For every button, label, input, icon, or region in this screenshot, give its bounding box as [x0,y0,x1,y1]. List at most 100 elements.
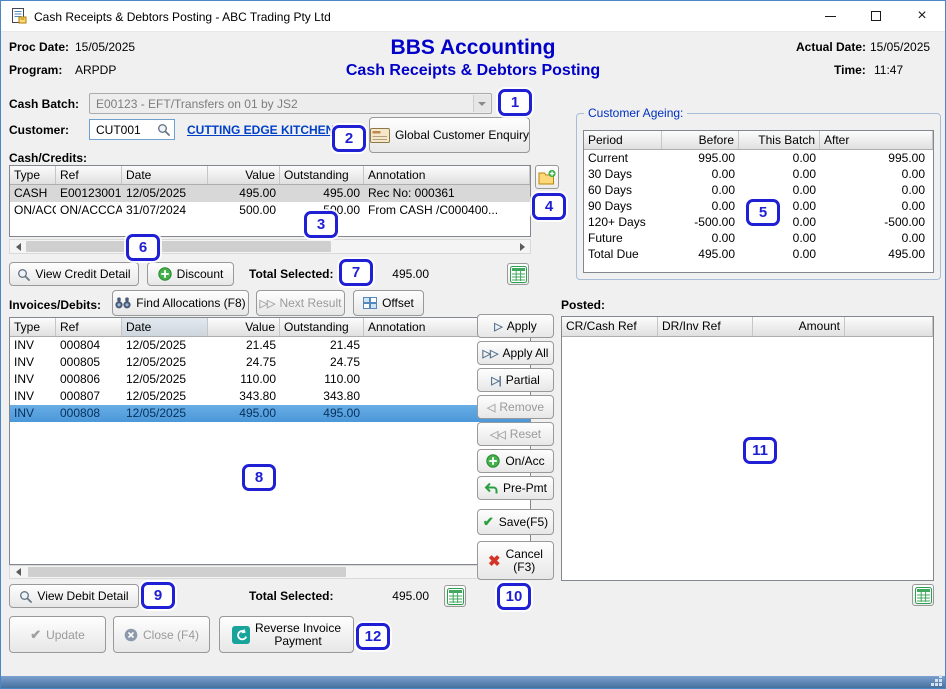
view-debit-detail-button[interactable]: View Debit Detail [9,584,139,608]
posted-header-row: CR/Cash Ref DR/Inv Ref Amount [562,317,933,337]
close-button[interactable]: × [899,1,945,31]
cell-type: INV [10,405,56,422]
column-header-outstanding[interactable]: Outstanding [280,318,364,336]
column-header-annotation[interactable]: Annotation [364,166,530,184]
cash-batch-combobox[interactable]: E00123 - EFT/Transfers on 01 by JS2 [89,93,492,114]
partial-arrow-icon: ▷| [491,374,501,387]
on-acc-button[interactable]: On/Acc [477,449,554,473]
apply-label: Apply [507,319,537,333]
posted-header-filler [845,317,933,336]
cell-outstanding: 343.80 [280,388,364,405]
actual-date-label: Actual Date: [796,40,866,54]
screen-title: Cash Receipts & Debtors Posting [1,62,945,80]
next-result-button[interactable]: ▷▷ Next Result [256,290,345,316]
cash-credit-row-onacc[interactable]: ON/ACC ON/ACCCA... 31/07/2024 500.00 500… [10,202,530,219]
column-header-dr-inv-ref[interactable]: DR/Inv Ref [658,317,753,336]
invoice-row-000807[interactable]: INV 000807 12/05/2025 343.80 343.80 [10,388,530,405]
ageing-row: Current 995.00 0.00 995.00 [584,150,933,166]
cell-date: 31/07/2024 [122,202,208,219]
resize-grip[interactable] [940,684,941,685]
customer-code-value: CUT001 [96,123,141,137]
export-excel-button-credits[interactable] [507,263,529,285]
update-button[interactable]: ✔ Update [9,616,106,653]
export-excel-button-invoices[interactable] [444,585,466,607]
column-header-type[interactable]: Type [10,318,56,336]
scroll-thumb[interactable] [28,567,346,577]
column-header-cr-cash-ref[interactable]: CR/Cash Ref [562,317,658,336]
discount-button[interactable]: Discount [147,262,234,286]
customer-lookup-icon[interactable] [157,123,170,136]
invoice-row-000808-selected[interactable]: INV 000808 12/05/2025 495.00 495.00 [10,405,530,422]
export-excel-button-posted[interactable] [912,584,934,606]
scroll-left-icon [16,568,21,576]
customer-name-link[interactable]: CUTTING EDGE KITCHENS [187,123,342,137]
invoice-row-000805[interactable]: INV 000805 12/05/2025 24.75 24.75 [10,354,530,371]
invoice-row-000806[interactable]: INV 000806 12/05/2025 110.00 110.00 [10,371,530,388]
scroll-right-button[interactable] [514,240,530,253]
column-header-date-sorted[interactable]: Date [122,318,208,336]
scroll-thumb[interactable] [26,241,331,252]
total-selected-label-credits: Total Selected: [249,267,333,281]
cancel-f3-button[interactable]: ✖ Cancel(F3) [477,541,554,580]
view-debit-detail-label: View Debit Detail [37,589,128,603]
ageing-after: 0.00 [820,182,933,198]
partial-button[interactable]: ▷| Partial [477,368,554,392]
ageing-period: 90 Days [584,198,662,214]
add-annotation-button[interactable] [535,165,559,189]
customer-code-input[interactable]: CUT001 [89,119,175,140]
cell-outstanding: 495.00 [280,185,364,202]
cash-credits-hscrollbar[interactable] [9,239,531,254]
cash-credits-grid[interactable]: Type Ref Date Value Outstanding Annotati… [9,165,531,237]
column-header-ref[interactable]: Ref [56,166,122,184]
column-header-date[interactable]: Date [122,166,208,184]
cell-outstanding: 110.00 [280,371,364,388]
ageing-before: 0.00 [662,198,739,214]
cash-credit-row-cash[interactable]: CASH E00123001 12/05/2025 495.00 495.00 … [10,185,530,202]
close-icon: × [917,8,926,24]
maximize-button[interactable] [853,1,899,31]
binoculars-icon [115,297,131,309]
ageing-column-before: Before [662,131,739,149]
close-f4-button[interactable]: Close (F4) [113,616,210,653]
scroll-track[interactable] [26,240,514,253]
cash-batch-label: Cash Batch: [9,97,79,111]
titlebar[interactable]: Cash Receipts & Debtors Posting - ABC Tr… [1,1,945,32]
reset-button[interactable]: ◁◁ Reset [477,422,554,446]
apply-all-arrow-icon: ▷▷ [483,347,498,360]
column-header-type[interactable]: Type [10,166,56,184]
pre-pmt-button[interactable]: Pre-Pmt [477,476,554,500]
column-header-value[interactable]: Value [208,318,280,336]
column-header-ref[interactable]: Ref [56,318,122,336]
column-header-outstanding[interactable]: Outstanding [280,166,364,184]
view-credit-detail-button[interactable]: View Credit Detail [9,262,139,286]
cell-date: 12/05/2025 [122,388,208,405]
save-button[interactable]: ✔ Save(F5) [477,509,554,535]
cell-ref: ON/ACCCA... [56,202,122,219]
cell-annotation: From CASH /C000400... [364,202,530,219]
scroll-left-button[interactable] [10,240,26,253]
column-header-amount[interactable]: Amount [753,317,845,336]
ageing-before: 0.00 [662,230,739,246]
find-allocations-button[interactable]: Find Allocations (F8) [112,290,249,316]
next-result-label: Next Result [279,296,341,310]
invoices-hscrollbar[interactable] [9,565,531,579]
invoice-row-000804[interactable]: INV 000804 12/05/2025 21.45 21.45 [10,337,530,354]
column-header-value[interactable]: Value [208,166,280,184]
combobox-dropdown-button[interactable] [473,95,490,112]
cell-outstanding: 24.75 [280,354,364,371]
global-customer-enquiry-button[interactable]: Global Customer Enquiry [369,117,530,153]
ageing-row-total: Total Due 495.00 0.00 495.00 [584,246,933,262]
remove-button[interactable]: ◁ Remove [477,395,554,419]
scroll-left-button[interactable] [10,566,26,578]
scroll-track[interactable] [26,566,514,578]
apply-all-button[interactable]: ▷▷ Apply All [477,341,554,365]
invoices-grid[interactable]: Type Ref Date Value Outstanding Annotati… [9,317,531,565]
reverse-invoice-payment-button[interactable]: Reverse InvoicePayment [219,616,354,653]
invoices-header-row: Type Ref Date Value Outstanding Annotati… [10,318,530,337]
apply-button[interactable]: ▷ Apply [477,314,554,338]
cell-ref: 000807 [56,388,122,405]
minimize-button[interactable] [807,1,853,31]
total-selected-label-invoices: Total Selected: [249,589,333,603]
offset-button[interactable]: Offset [353,290,424,316]
cell-value: 495.00 [208,185,280,202]
